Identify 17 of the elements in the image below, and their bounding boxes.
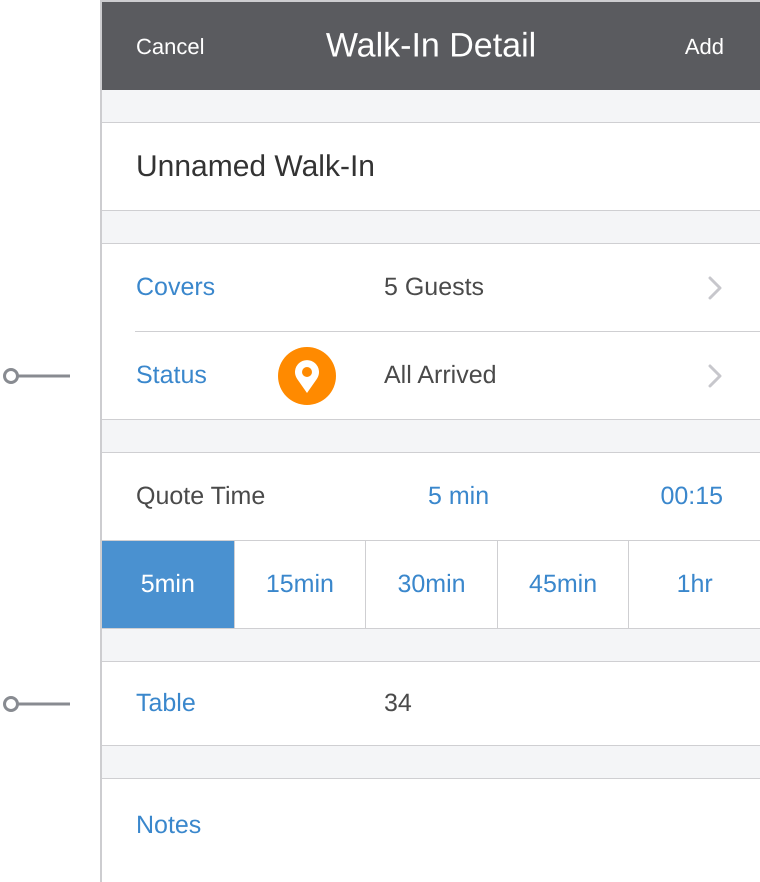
cancel-button[interactable]: Cancel — [136, 30, 204, 62]
row-label: Status — [136, 360, 208, 391]
location-pin-icon — [278, 346, 336, 404]
row-value: 5 Guests — [384, 272, 486, 303]
quote-time-value: 5 min — [428, 480, 490, 512]
notes-label: Notes — [136, 811, 202, 839]
quote-time-label: Quote Time — [136, 480, 266, 512]
chevron-right-icon — [708, 276, 722, 300]
screen-title: Walk-In Detail — [326, 26, 536, 66]
chevron-right-icon — [708, 364, 722, 388]
timer-text: 00:15 — [660, 480, 723, 512]
row-value: 34 — [384, 688, 412, 719]
row-label: Covers — [136, 272, 216, 303]
row-label: Table — [136, 688, 197, 719]
row-value: All Arrived — [384, 360, 498, 391]
notes-field[interactable]: Notes — [102, 778, 760, 882]
add-button[interactable]: Add — [684, 30, 724, 62]
